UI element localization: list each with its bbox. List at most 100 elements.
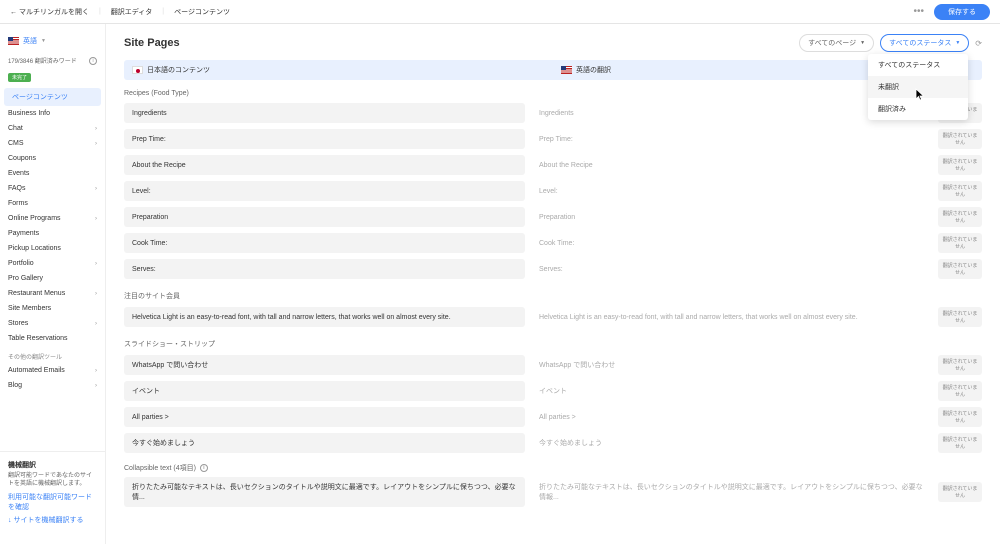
- table-row: Prep Time: Prep Time: 翻訳されていません: [124, 129, 982, 149]
- sidebar-item[interactable]: Blog›: [0, 378, 105, 393]
- sidebar-item[interactable]: CMS›: [0, 136, 105, 151]
- source-cell[interactable]: Level:: [124, 181, 525, 201]
- table-row: Serves: Serves: 翻訳されていません: [124, 259, 982, 279]
- target-cell[interactable]: Level:: [531, 181, 932, 201]
- target-cell[interactable]: Serves:: [531, 259, 932, 279]
- sidebar-item[interactable]: Payments: [0, 226, 105, 241]
- sidebar-item[interactable]: Events: [0, 166, 105, 181]
- content-area: Site Pages すべてのページ▼ すべてのステータス▼ ⟳ すべてのステー…: [106, 24, 1000, 544]
- dropdown-option[interactable]: すべてのステータス: [868, 54, 968, 76]
- source-cell[interactable]: 折りたたみ可能なテキストは、長いセクションのタイトルや説明文に最適です。レイアウ…: [124, 477, 525, 507]
- mt-check-link[interactable]: 利用可能な翻訳可能ワードを確認: [8, 492, 97, 512]
- row-state: 翻訳されていません: [938, 307, 982, 327]
- table-row: 今すぐ始めましょう今すぐ始めましょう翻訳されていません: [124, 433, 982, 453]
- sidebar-item[interactable]: FAQs›: [0, 181, 105, 196]
- sidebar-item[interactable]: Forms: [0, 196, 105, 211]
- sidebar: 英語 ▼ 179/3846 翻訳済みワード i 未完了 ページコンテンツBusi…: [0, 24, 106, 544]
- table-row: About the Recipe About the Recipe 翻訳されていませ…: [124, 155, 982, 175]
- target-cell[interactable]: 今すぐ始めましょう: [531, 433, 932, 453]
- source-cell[interactable]: About the Recipe: [124, 155, 525, 175]
- sidebar-item[interactable]: Pro Gallery: [0, 271, 105, 286]
- chevron-right-icon: ›: [95, 383, 97, 389]
- source-cell[interactable]: WhatsApp で問い合わせ: [124, 355, 525, 375]
- source-cell[interactable]: Ingredients: [124, 103, 525, 123]
- page-title: Site Pages: [124, 37, 180, 49]
- chevron-right-icon: ›: [95, 216, 97, 222]
- source-cell[interactable]: Cook Time:: [124, 233, 525, 253]
- us-flag-icon: [561, 66, 572, 74]
- chevron-right-icon: ›: [95, 261, 97, 267]
- language-selector[interactable]: 英語 ▼: [0, 32, 105, 50]
- page-filter-dropdown[interactable]: すべてのページ▼: [799, 34, 874, 52]
- target-cell[interactable]: WhatsApp で問い合わせ: [531, 355, 932, 375]
- source-cell[interactable]: Serves:: [124, 259, 525, 279]
- source-cell[interactable]: イベント: [124, 381, 525, 401]
- target-cell[interactable]: イベント: [531, 381, 932, 401]
- back-link[interactable]: ← マルチリンガルを開く: [10, 7, 89, 17]
- target-cell[interactable]: Preparation: [531, 207, 932, 227]
- row-state: 翻訳されていません: [938, 181, 982, 201]
- status-dropdown-menu: すべてのステータス 未翻訳 翻訳済み: [868, 54, 968, 120]
- breadcrumb-editor: 翻訳エディタ: [111, 7, 153, 17]
- section-header: スライドショー・ストリップ: [124, 333, 982, 355]
- row-state: 翻訳されていません: [938, 207, 982, 227]
- sidebar-item[interactable]: Portfolio›: [0, 256, 105, 271]
- table-row: 折りたたみ可能なテキストは、長いセクションのタイトルや説明文に最適です。レイアウ…: [124, 477, 982, 507]
- table-row: Level: Level: 翻訳されていません: [124, 181, 982, 201]
- table-row: WhatsApp で問い合わせWhatsApp で問い合わせ翻訳されていません: [124, 355, 982, 375]
- sidebar-item[interactable]: Table Reservations: [0, 331, 105, 346]
- chevron-down-icon: ▼: [41, 38, 46, 44]
- row-state: 翻訳されていません: [938, 155, 982, 175]
- dropdown-option[interactable]: 未翻訳: [868, 76, 968, 98]
- jp-flag-icon: [132, 66, 143, 74]
- collapsible-header[interactable]: Collapsible text (4項目) i: [124, 459, 982, 477]
- sidebar-item[interactable]: Online Programs›: [0, 211, 105, 226]
- row-state: 翻訳されていません: [938, 482, 982, 502]
- source-cell[interactable]: All parties >: [124, 407, 525, 427]
- source-cell[interactable]: Preparation: [124, 207, 525, 227]
- topbar: ← マルチリンガルを開く | 翻訳エディタ | ページコンテンツ ••• 保存す…: [0, 0, 1000, 24]
- sidebar-item[interactable]: Automated Emails›: [0, 363, 105, 378]
- machine-translation-box: 機械翻訳 翻訳可能ワードであなたのサイトを英語に機械翻訳します。 利用可能な翻訳…: [0, 451, 105, 536]
- row-state: 翻訳されていません: [938, 129, 982, 149]
- mt-run-link[interactable]: ↓ サイトを機械翻訳する: [8, 515, 97, 525]
- more-menu[interactable]: •••: [913, 6, 924, 17]
- info-icon: i: [200, 464, 208, 472]
- dropdown-option[interactable]: 翻訳済み: [868, 98, 968, 120]
- source-cell[interactable]: Helvetica Light is an easy-to-read font,…: [124, 307, 525, 327]
- source-cell[interactable]: Prep Time:: [124, 129, 525, 149]
- sidebar-item[interactable]: Restaurant Menus›: [0, 286, 105, 301]
- sidebar-item[interactable]: Pickup Locations: [0, 241, 105, 256]
- target-cell[interactable]: About the Recipe: [531, 155, 932, 175]
- table-row: All parties >All parties >翻訳されていません: [124, 407, 982, 427]
- column-headers: 日本語のコンテンツ 英語の翻訳: [124, 60, 982, 80]
- status-filter-dropdown[interactable]: すべてのステータス▼: [880, 34, 969, 52]
- sidebar-item[interactable]: Business Info: [0, 106, 105, 121]
- reload-icon[interactable]: ⟳: [975, 39, 982, 48]
- chevron-right-icon: ›: [95, 368, 97, 374]
- sidebar-item[interactable]: Chat›: [0, 121, 105, 136]
- sidebar-item[interactable]: ページコンテンツ: [4, 88, 101, 106]
- status-badge: 未完了: [8, 73, 31, 82]
- sidebar-item[interactable]: Coupons: [0, 151, 105, 166]
- us-flag-icon: [8, 37, 19, 45]
- chevron-right-icon: ›: [95, 141, 97, 147]
- info-icon[interactable]: i: [89, 57, 97, 65]
- target-cell[interactable]: 折りたたみ可能なテキストは、長いセクションのタイトルや説明文に最適です。レイアウ…: [531, 477, 932, 507]
- section-header: Recipes (Food Type): [124, 84, 982, 103]
- target-cell[interactable]: Cook Time:: [531, 233, 932, 253]
- chevron-right-icon: ›: [95, 186, 97, 192]
- target-cell[interactable]: Helvetica Light is an easy-to-read font,…: [531, 307, 932, 327]
- sidebar-item[interactable]: Site Members: [0, 301, 105, 316]
- table-row: IngredientsIngredients翻訳されていません: [124, 103, 982, 123]
- target-cell[interactable]: Prep Time:: [531, 129, 932, 149]
- row-state: 翻訳されていません: [938, 381, 982, 401]
- row-state: 翻訳されていません: [938, 233, 982, 253]
- target-cell[interactable]: All parties >: [531, 407, 932, 427]
- table-row: Preparation Preparation 翻訳されていません: [124, 207, 982, 227]
- sidebar-item[interactable]: Stores›: [0, 316, 105, 331]
- row-state: 翻訳されていません: [938, 259, 982, 279]
- source-cell[interactable]: 今すぐ始めましょう: [124, 433, 525, 453]
- save-button[interactable]: 保存する: [934, 4, 990, 20]
- table-row: Cook Time: Cook Time: 翻訳されていません: [124, 233, 982, 253]
